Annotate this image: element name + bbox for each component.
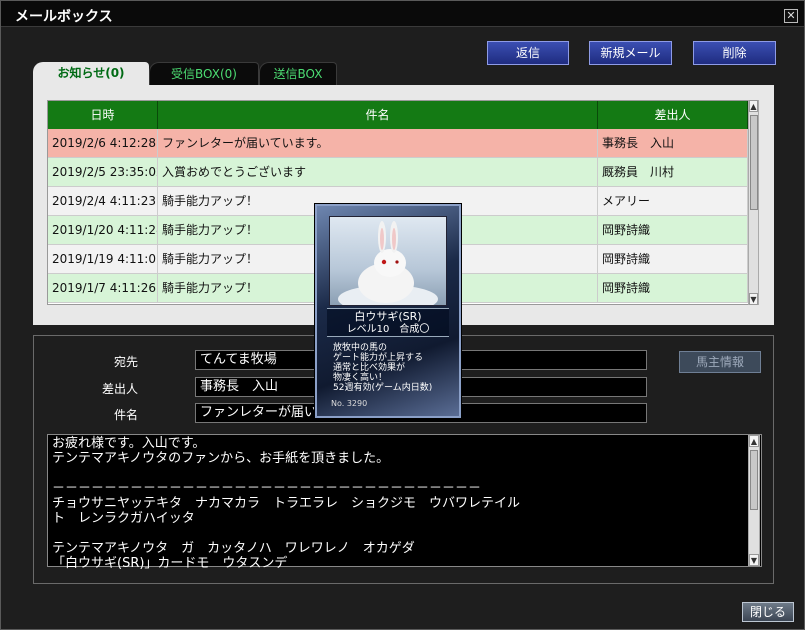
row-sender: 事務長 入山 bbox=[598, 129, 748, 158]
body-scrollbar[interactable]: ▲ ▼ bbox=[748, 435, 760, 566]
scroll-up-icon[interactable]: ▲ bbox=[749, 100, 758, 112]
tab-inbox[interactable]: 受信BOX(0) bbox=[149, 62, 259, 85]
mailbox-window: メールボックス ✕ 返信 新規メール 削除 お知らせ(0) 受信BOX(0) 送… bbox=[0, 0, 805, 630]
row-date: 2019/1/7 4:11:26 bbox=[48, 274, 158, 303]
row-date: 2019/2/6 4:12:28 bbox=[48, 129, 158, 158]
table-scrollbar[interactable]: ▲ ▼ bbox=[748, 100, 759, 305]
window-close-icon[interactable]: ✕ bbox=[784, 9, 798, 23]
scroll-down-icon[interactable]: ▼ bbox=[749, 293, 758, 305]
table-row[interactable]: 2019/2/6 4:12:28 ファンレターが届いています。 事務長 入山 bbox=[48, 129, 748, 158]
window-title: メールボックス bbox=[15, 9, 113, 25]
row-sender: 岡野詩織 bbox=[598, 274, 748, 303]
column-header-subject[interactable]: 件名 bbox=[158, 101, 598, 129]
row-date: 2019/2/4 4:11:23 bbox=[48, 187, 158, 216]
row-sender: 岡野詩織 bbox=[598, 216, 748, 245]
row-subject: ファンレターが届いています。 bbox=[158, 129, 598, 158]
subject-label: 件名 bbox=[113, 408, 138, 422]
row-date: 2019/2/5 23:35:02 bbox=[48, 158, 158, 187]
scroll-down-icon[interactable]: ▼ bbox=[749, 554, 759, 566]
white-rabbit-image bbox=[329, 216, 447, 306]
scroll-thumb[interactable] bbox=[750, 115, 758, 210]
from-label: 差出人 bbox=[101, 382, 138, 396]
mail-body[interactable]: お疲れ様です。入山です。 テンテマアキノウタのファンから、お手紙を頂きました。 … bbox=[47, 434, 762, 571]
row-sender: 岡野詩織 bbox=[598, 245, 748, 274]
reply-button[interactable]: 返信 bbox=[487, 41, 569, 65]
to-label: 宛先 bbox=[113, 355, 138, 369]
tab-notices[interactable]: お知らせ(0) bbox=[33, 62, 149, 85]
item-card-tooltip: 白ウサギ(SR) レベル10 合成〇 放牧中の馬の ゲート能力が上昇する 通常と… bbox=[315, 204, 461, 418]
card-level: レベル10 合成〇 bbox=[327, 323, 449, 337]
delete-button[interactable]: 削除 bbox=[693, 41, 776, 65]
table-row[interactable]: 2019/2/5 23:35:02 入賞おめでとうございます 厩務員 川村 bbox=[48, 158, 748, 187]
card-number: No. 3290 bbox=[331, 399, 368, 408]
title-bar: メールボックス ✕ bbox=[1, 1, 804, 27]
row-date: 2019/1/20 4:11:28 bbox=[48, 216, 158, 245]
row-subject: 入賞おめでとうございます bbox=[158, 158, 598, 187]
column-header-sender[interactable]: 差出人 bbox=[598, 101, 748, 129]
tab-sent[interactable]: 送信BOX bbox=[259, 62, 337, 85]
scroll-up-icon[interactable]: ▲ bbox=[749, 435, 759, 447]
mail-body-text: お疲れ様です。入山です。 テンテマアキノウタのファンから、お手紙を頂きました。 … bbox=[52, 436, 521, 571]
owner-info-button[interactable]: 馬主情報 bbox=[679, 351, 761, 373]
row-sender: 厩務員 川村 bbox=[598, 158, 748, 187]
row-sender: メアリー bbox=[598, 187, 748, 216]
card-description: 放牧中の馬の ゲート能力が上昇する 通常と比べ効果が 物凄く高い！ 52週有効(… bbox=[333, 343, 433, 393]
scroll-thumb[interactable] bbox=[750, 450, 758, 510]
close-button[interactable]: 閉じる bbox=[742, 602, 794, 622]
row-date: 2019/1/19 4:11:01 bbox=[48, 245, 158, 274]
table-header: 日時 件名 差出人 bbox=[48, 101, 748, 129]
column-header-date[interactable]: 日時 bbox=[48, 101, 158, 129]
card-name: 白ウサギ(SR) bbox=[327, 308, 449, 323]
new-mail-button[interactable]: 新規メール bbox=[589, 41, 672, 65]
